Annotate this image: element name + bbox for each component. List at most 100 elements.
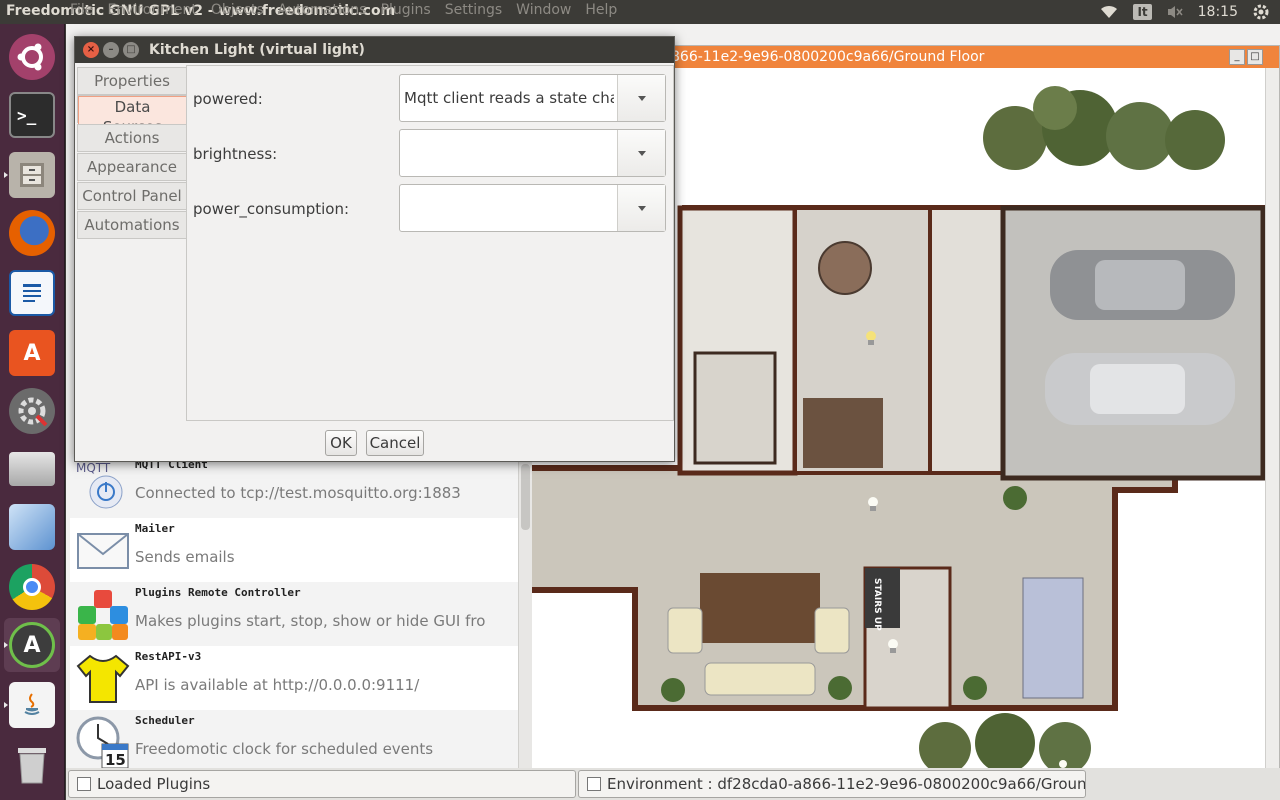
- launcher-software-center[interactable]: A: [4, 326, 60, 380]
- chevron-down-icon[interactable]: [617, 130, 665, 176]
- walk-in-closet: [693, 351, 777, 465]
- file-cabinet-icon: [9, 152, 55, 198]
- plugin-name: Plugins Remote Controller: [135, 586, 301, 599]
- tab-properties[interactable]: Properties: [77, 67, 187, 95]
- select-value: Mqtt client reads a state cha...: [404, 89, 614, 107]
- mqtt-power-icon: MQTT: [74, 458, 132, 514]
- task-environment[interactable]: Environment : df28cda0-a866-11e2-9e96-08…: [578, 770, 1086, 798]
- document-icon: [9, 270, 55, 316]
- map-maximize-button[interactable]: □: [1247, 49, 1263, 65]
- wifi-icon[interactable]: [1099, 4, 1119, 20]
- launcher: >_ A A: [0, 24, 65, 800]
- trees-top: [983, 86, 1225, 170]
- keyboard-layout-indicator[interactable]: It: [1133, 4, 1152, 20]
- internal-frame-taskbar: Loaded Plugins Environment : df28cda0-a8…: [66, 768, 1280, 800]
- menu-settings[interactable]: Settings: [445, 2, 502, 24]
- plugin-name: RestAPI-v3: [135, 650, 202, 663]
- tab-data-sources[interactable]: Data Sources: [77, 95, 187, 138]
- plugin-list-scrollbar[interactable]: [518, 462, 532, 768]
- garden-light-bulb[interactable]: [1059, 760, 1067, 768]
- launcher-trash[interactable]: [4, 738, 60, 792]
- window-icon: [77, 777, 91, 791]
- chrome-icon: [9, 564, 55, 610]
- close-icon[interactable]: ×: [83, 42, 99, 58]
- update-icon: A: [9, 622, 55, 668]
- field-label-brightness: brightness:: [193, 145, 278, 163]
- launcher-disk[interactable]: [4, 442, 60, 496]
- powered-source-select[interactable]: Mqtt client reads a state cha...: [399, 74, 666, 122]
- round-dining-table: [818, 241, 872, 295]
- launcher-java[interactable]: [4, 678, 60, 732]
- launcher-virtualbox[interactable]: [4, 500, 60, 554]
- plugin-item-mqtt-client[interactable]: MQTT MQTT Client Connected to tcp://test…: [70, 454, 518, 518]
- ok-button[interactable]: OK: [325, 430, 357, 456]
- envelope-icon: [74, 522, 132, 578]
- living-room-sofa: [704, 662, 816, 696]
- tab-actions[interactable]: Actions: [77, 124, 187, 152]
- clock[interactable]: 18:15: [1198, 4, 1238, 20]
- tab-automations[interactable]: Automations: [77, 211, 187, 239]
- plugin-description: Freedomotic clock for scheduled events: [135, 740, 434, 758]
- tshirt-icon: [74, 650, 132, 706]
- armchair-right: [814, 607, 850, 654]
- plugin-name: Mailer: [135, 522, 175, 535]
- menu-plugins[interactable]: Plugins: [381, 2, 431, 24]
- plugin-description: API is available at http://0.0.0.0:9111/: [135, 676, 420, 694]
- tab-control-panel[interactable]: Control Panel: [77, 182, 187, 210]
- menu-environment[interactable]: Environment: [107, 2, 196, 24]
- utility-rooms: [928, 206, 1007, 475]
- tab-appearance[interactable]: Appearance: [77, 153, 187, 181]
- scrollbar-thumb[interactable]: [521, 464, 530, 530]
- plugin-description: Sends emails: [135, 548, 235, 566]
- plant: [963, 676, 987, 700]
- launcher-ubuntu-dash[interactable]: [4, 30, 60, 84]
- launcher-terminal[interactable]: >_: [4, 88, 60, 142]
- maximize-icon[interactable]: □: [123, 42, 139, 58]
- menu-help[interactable]: Help: [585, 2, 617, 24]
- dining-table: [1022, 577, 1084, 699]
- minimize-icon[interactable]: –: [103, 42, 119, 58]
- launcher-writer[interactable]: [4, 266, 60, 320]
- armchair-left: [667, 607, 703, 654]
- plugin-item-mailer[interactable]: Mailer Sends emails: [70, 518, 518, 582]
- menu-objects[interactable]: Objects: [211, 2, 264, 24]
- task-loaded-plugins[interactable]: Loaded Plugins: [68, 770, 576, 798]
- harddisk-icon: [9, 452, 55, 486]
- living-room-rug: [700, 573, 820, 643]
- chevron-down-icon[interactable]: [617, 185, 665, 231]
- window-icon: [587, 777, 601, 791]
- firefox-icon: [9, 210, 55, 256]
- menu-automations[interactable]: Automations: [278, 2, 367, 24]
- plugin-item-plugins-remote-controller[interactable]: Plugins Remote Controller Makes plugins …: [70, 582, 518, 646]
- svg-text:MQTT: MQTT: [76, 461, 111, 475]
- kitchen-counter: [803, 398, 883, 468]
- dialog-title[interactable]: Kitchen Light (virtual light): [75, 37, 674, 63]
- gear-wrench-icon: [9, 388, 55, 434]
- menu-window[interactable]: Window: [516, 2, 571, 24]
- garage: [1000, 205, 1265, 481]
- cancel-button[interactable]: Cancel: [366, 430, 424, 456]
- launcher-files[interactable]: [4, 148, 60, 202]
- power-consumption-source-select[interactable]: [399, 184, 666, 232]
- launcher-chrome[interactable]: [4, 560, 60, 614]
- plugin-description: Makes plugins start, stop, show or hide …: [135, 612, 486, 630]
- map-minimize-button[interactable]: _: [1229, 49, 1245, 65]
- plugin-item-scheduler[interactable]: 15 Scheduler Freedomotic clock for sched…: [70, 710, 518, 774]
- java-icon: [9, 682, 55, 728]
- plugin-name: Scheduler: [135, 714, 195, 727]
- menu-file[interactable]: File: [70, 2, 93, 24]
- volume-muted-icon[interactable]: [1166, 4, 1184, 20]
- plant: [828, 676, 852, 700]
- launcher-system-settings[interactable]: [4, 384, 60, 438]
- launcher-firefox[interactable]: [4, 206, 60, 260]
- launcher-updater[interactable]: A: [4, 618, 60, 672]
- chevron-down-icon[interactable]: [617, 75, 665, 121]
- stairs-label: STAIRS UP: [872, 578, 882, 631]
- trash-icon: [9, 742, 55, 788]
- plugin-blocks-icon: [74, 586, 132, 642]
- brightness-source-select[interactable]: [399, 129, 666, 177]
- calendar-day-badge: 15: [105, 751, 126, 769]
- settings-gear-icon[interactable]: [1252, 3, 1270, 21]
- plugin-item-restapi-v3[interactable]: RestAPI-v3 API is available at http://0.…: [70, 646, 518, 710]
- map-vertical-scrollbar[interactable]: [1265, 68, 1279, 768]
